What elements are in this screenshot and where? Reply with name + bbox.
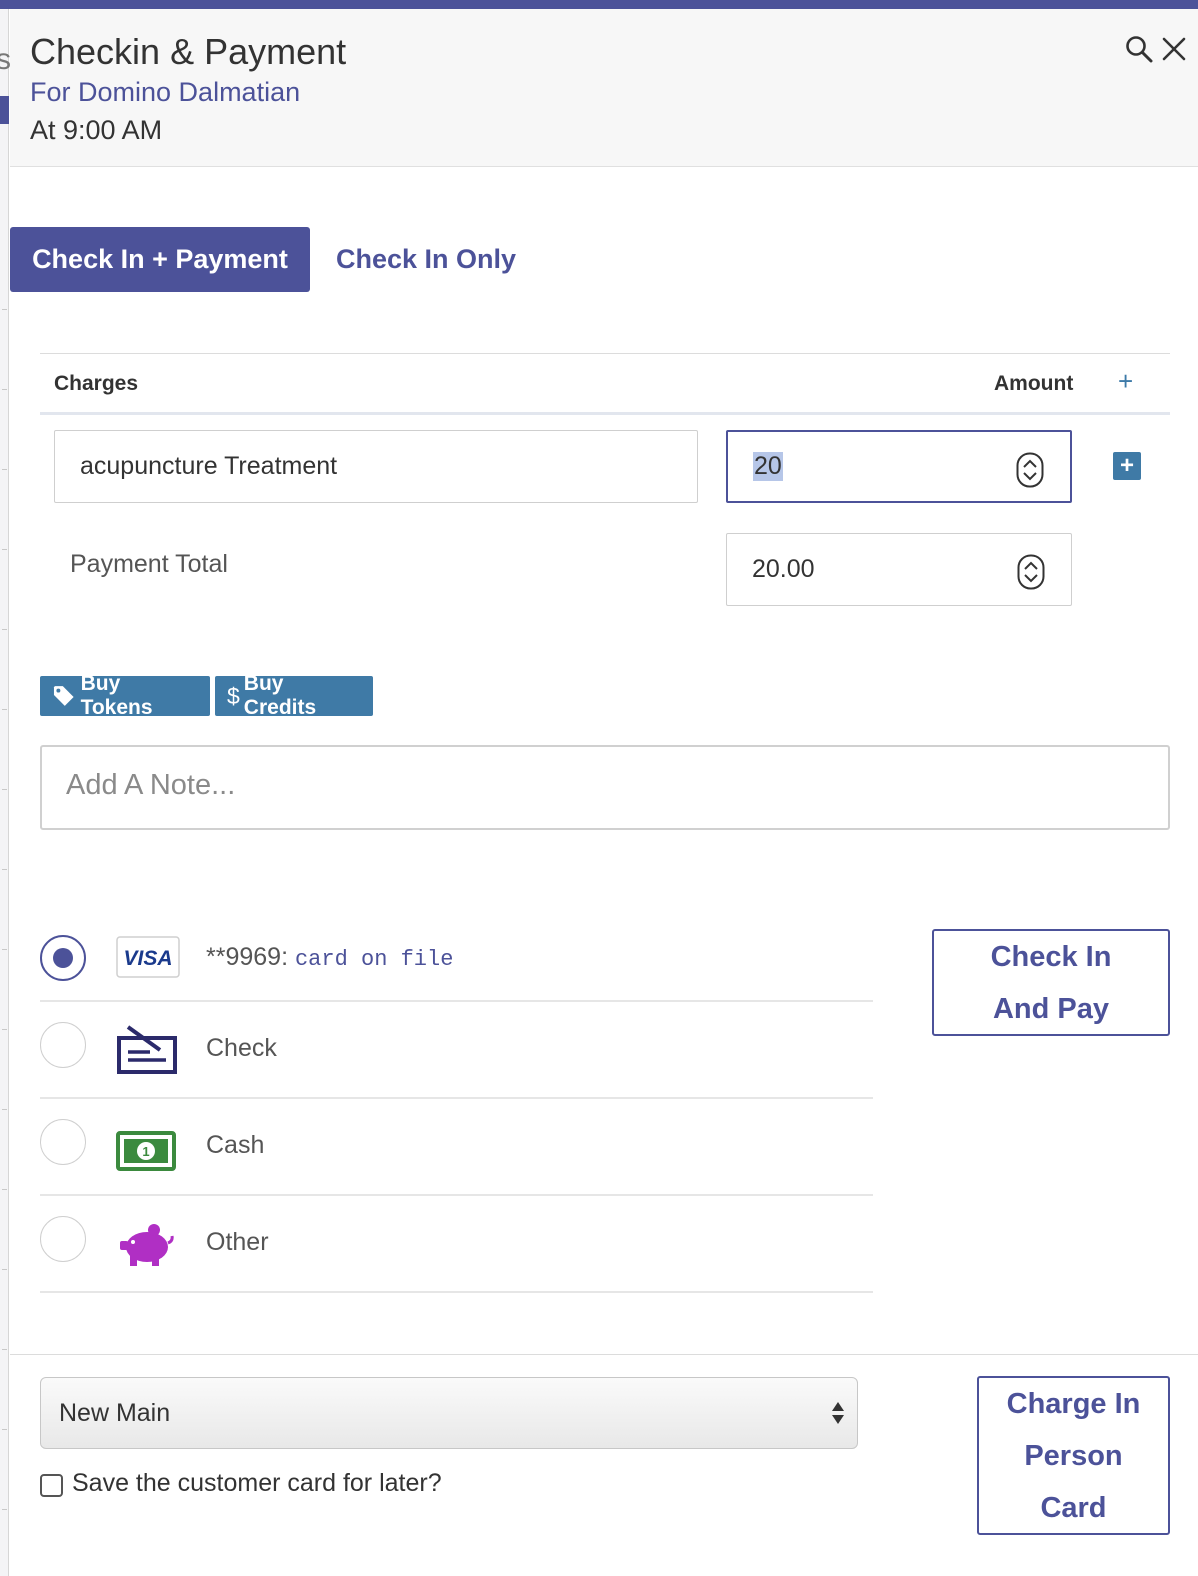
charge-button-line2: Person <box>1024 1440 1123 1472</box>
charge-description-input[interactable]: acupuncture Treatment <box>54 430 698 503</box>
background-grid-tick <box>2 789 7 790</box>
background-active-marker <box>0 96 9 124</box>
payment-total-input[interactable]: 20.00 <box>726 533 1072 606</box>
top-accent-bar <box>0 0 1198 9</box>
tag-icon <box>53 686 74 706</box>
cash-icon: 1 <box>116 1131 176 1171</box>
charges-table-header: Charges Amount + <box>40 353 1170 415</box>
location-select-value: New Main <box>59 1398 171 1427</box>
radio-check[interactable] <box>40 1022 86 1068</box>
checkin-payment-panel: Checkin & Payment For Domino Dalmatian A… <box>10 9 1198 1576</box>
add-charge-row-button[interactable]: + <box>1113 452 1141 480</box>
charge-amount-input[interactable]: 20 <box>726 430 1072 503</box>
close-icon[interactable] <box>1158 33 1190 65</box>
charge-description-value: acupuncture Treatment <box>80 452 338 480</box>
background-grid-tick <box>2 309 7 310</box>
charge-button-line3: Card <box>1040 1492 1107 1524</box>
cash-label: Cash <box>206 1131 265 1159</box>
search-icon[interactable] <box>1123 33 1155 65</box>
charge-amount-value: 20 <box>753 452 783 481</box>
buy-tokens-label: Buy Tokens <box>80 672 153 719</box>
panel-title: Checkin & Payment <box>30 31 347 72</box>
payment-option-check[interactable]: Check <box>40 1002 873 1099</box>
tab-check-in-payment[interactable]: Check In + Payment <box>10 227 310 292</box>
location-select[interactable]: New Main <box>40 1377 858 1449</box>
visa-card-brand: VISA <box>123 947 172 970</box>
add-charge-link[interactable]: + <box>1118 366 1133 397</box>
other-label: Other <box>206 1228 269 1256</box>
payment-total-label: Payment Total <box>70 550 228 578</box>
appointment-time: At 9:00 AM <box>30 115 163 145</box>
amount-column-header: Amount <box>994 372 1074 395</box>
for-prefix: For <box>30 77 71 107</box>
payment-option-card[interactable]: VISA **9969: card on file <box>40 905 873 1002</box>
charges-column-header: Charges <box>54 372 139 395</box>
radio-card-on-file[interactable] <box>40 935 86 981</box>
radio-cash[interactable] <box>40 1119 86 1165</box>
background-page-edge: s <box>0 9 11 1576</box>
customer-line: For Domino Dalmatian <box>30 77 300 108</box>
background-grid-tick <box>2 629 7 630</box>
stepper-icon[interactable] <box>1016 452 1044 488</box>
background-grid-tick <box>2 549 7 550</box>
check-icon <box>117 1025 177 1074</box>
background-grid-tick <box>2 1349 7 1350</box>
payment-total-value: 20.00 <box>752 555 815 583</box>
radio-other[interactable] <box>40 1216 86 1262</box>
panel-header: Checkin & Payment For Domino Dalmatian A… <box>10 9 1198 167</box>
background-grid-tick <box>2 1109 7 1110</box>
buy-credits-label: Buy Credits <box>243 672 317 719</box>
card-on-file-label: **9969: card on file <box>206 943 453 972</box>
background-grid-tick <box>2 869 7 870</box>
footer-divider <box>10 1354 1198 1355</box>
visa-card-icon: VISA <box>116 936 180 978</box>
dollar-icon: $ <box>227 682 240 709</box>
save-card-checkbox[interactable] <box>40 1474 63 1497</box>
background-grid-tick <box>2 1029 7 1030</box>
save-card-option: Save the customer card for later? <box>40 1469 442 1498</box>
card-last-four: **9969: <box>206 943 289 971</box>
check-in-and-pay-line2: And Pay <box>992 993 1110 1025</box>
piggy-bank-icon <box>120 1224 174 1266</box>
background-grid-tick <box>2 709 7 710</box>
charge-in-person-card-button[interactable]: Charge In Person Card <box>977 1376 1170 1535</box>
check-in-and-pay-button[interactable]: Check In And Pay <box>932 929 1170 1036</box>
background-grid-tick <box>2 389 7 390</box>
buy-credits-button[interactable]: $ Buy Credits <box>215 672 373 719</box>
payment-option-cash[interactable]: 1 Cash <box>40 1099 873 1196</box>
background-grid-tick <box>2 949 7 950</box>
check-label: Check <box>206 1034 277 1062</box>
background-grid-tick <box>2 469 7 470</box>
note-textarea[interactable] <box>40 745 1170 830</box>
customer-name-link[interactable]: Domino Dalmatian <box>78 77 300 107</box>
svg-text:1: 1 <box>142 1144 149 1159</box>
background-grid-tick <box>2 1509 7 1510</box>
payment-option-other[interactable]: Other <box>40 1196 873 1293</box>
background-grid-tick <box>2 1189 7 1190</box>
check-in-and-pay-line1: Check In <box>990 941 1112 973</box>
card-on-file-detail: card on file <box>294 947 454 972</box>
stepper-icon[interactable] <box>1017 554 1045 590</box>
save-card-label: Save the customer card for later? <box>72 1469 442 1497</box>
tab-check-in-only[interactable]: Check In Only <box>336 227 516 292</box>
buy-tokens-button[interactable]: Buy Tokens <box>40 672 210 719</box>
charge-button-line1: Charge In <box>1006 1388 1141 1420</box>
background-grid-tick <box>2 1429 7 1430</box>
select-arrows-icon <box>832 1402 844 1424</box>
background-grid-tick <box>2 1269 7 1270</box>
